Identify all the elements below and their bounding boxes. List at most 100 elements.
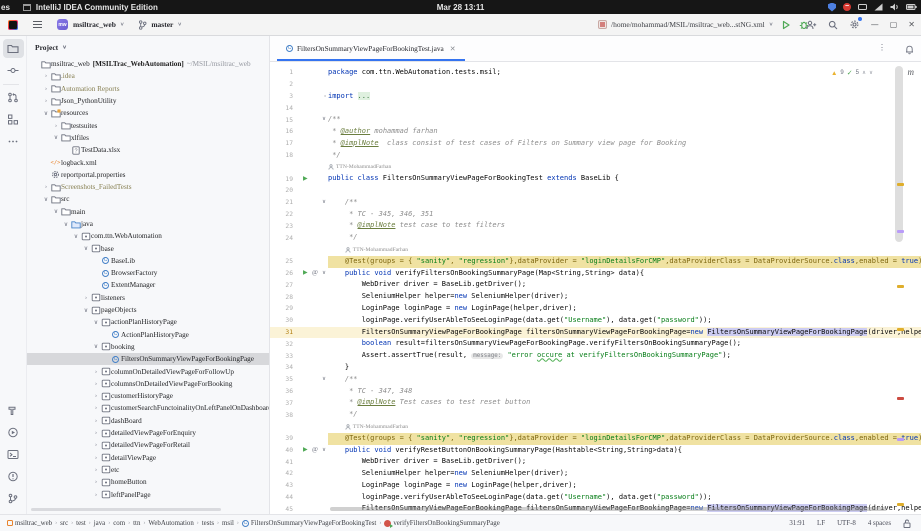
- code-line[interactable]: 20: [270, 185, 921, 197]
- chevron-collapsed-icon[interactable]: ›: [92, 442, 100, 448]
- code-line[interactable]: 21∨ /**: [270, 197, 921, 209]
- code-text[interactable]: Assert.assertTrue(result, message: "erro…: [328, 350, 921, 363]
- close-tab-icon[interactable]: ✕: [450, 45, 456, 53]
- code-line[interactable]: 44 loginPage.verifyUserAbleToSeeLoginPag…: [270, 492, 921, 504]
- code-text[interactable]: WebDriver driver = BaseLib.getDriver();: [328, 279, 921, 291]
- code-line[interactable]: 37 * @implNote Test cases to test reset …: [270, 397, 921, 409]
- breadcrumb-item[interactable]: java: [94, 520, 105, 527]
- tree-item[interactable]: ∨src: [27, 193, 269, 205]
- code-line[interactable]: 34 }: [270, 362, 921, 374]
- code-line[interactable]: 38 */: [270, 409, 921, 421]
- vertical-scrollbar[interactable]: [895, 66, 903, 242]
- code-text[interactable]: public class FiltersOnSummaryViewPageFor…: [328, 173, 921, 185]
- problems-icon[interactable]: [3, 467, 24, 486]
- test-annotation-gutter-icon[interactable]: @: [312, 446, 318, 453]
- inspections-widget[interactable]: ▲ 9 ✓ 5 ∧ ∨: [831, 69, 873, 77]
- tree-item[interactable]: ∨xlfiles: [27, 132, 269, 144]
- tree-item[interactable]: CExtentManager: [27, 279, 269, 291]
- tree-item[interactable]: ∨main: [27, 206, 269, 218]
- code-text[interactable]: */: [328, 409, 921, 421]
- system-tray[interactable]: −: [828, 0, 917, 14]
- tree-item[interactable]: reportportal.properties: [27, 169, 269, 181]
- line-separator[interactable]: LF: [817, 520, 825, 527]
- tree-item[interactable]: ∨java: [27, 218, 269, 230]
- code-line[interactable]: 31 FiltersOnSummaryViewPageForBookingPag…: [270, 327, 921, 339]
- build-icon[interactable]: [3, 401, 24, 420]
- notifications-bell-icon[interactable]: [904, 44, 915, 55]
- tree-item[interactable]: ∨resources: [27, 107, 269, 119]
- services-icon[interactable]: [3, 423, 24, 442]
- tree-item[interactable]: msiltrac_web[MSILTrac_WebAutomation]~/MS…: [27, 58, 269, 70]
- run-button[interactable]: [781, 20, 791, 30]
- code-text[interactable]: */: [328, 150, 921, 162]
- error-stripe-mark[interactable]: [897, 183, 904, 186]
- code-text[interactable]: /**: [328, 114, 921, 126]
- code-line[interactable]: 43 LoginPage loginPage = new LoginPage(h…: [270, 480, 921, 492]
- main-menu-button[interactable]: [30, 18, 45, 31]
- tab-options-icon[interactable]: ⋮: [878, 43, 887, 52]
- chevron-collapsed-icon[interactable]: ›: [82, 295, 90, 301]
- tree-item[interactable]: ›detailedViewPageForEnquiry: [27, 427, 269, 439]
- chevron-expanded-icon[interactable]: ∨: [82, 307, 90, 314]
- code-text[interactable]: @Test(groups = { "sanity", "regression"}…: [328, 256, 921, 268]
- code-editor[interactable]: 1package com.ttn.WebAutomation.tests.msi…: [270, 62, 921, 514]
- error-stripe-mark[interactable]: [897, 397, 904, 400]
- chevron-collapsed-icon[interactable]: ›: [92, 369, 100, 375]
- tree-item[interactable]: CBaseLib: [27, 255, 269, 267]
- author-code-vision-hint[interactable]: TTN-MohammadFarhan: [270, 161, 921, 173]
- chevron-collapsed-icon[interactable]: ›: [52, 123, 60, 129]
- code-line[interactable]: 30 loginPage.verifyUserAbleToSeeLoginPag…: [270, 315, 921, 327]
- code-text[interactable]: import ...: [328, 91, 921, 103]
- tree-item[interactable]: </>logback.xml: [27, 156, 269, 168]
- tree-item[interactable]: ›detailViewPage: [27, 452, 269, 464]
- error-stripe-mark[interactable]: [897, 328, 904, 331]
- tree-item[interactable]: ›homeButton: [27, 476, 269, 488]
- tree-item[interactable]: CBrowserFactory: [27, 267, 269, 279]
- code-text[interactable]: LoginPage loginPage = new LoginPage(help…: [328, 480, 921, 492]
- code-text[interactable]: WebDriver driver = BaseLib.getDriver();: [328, 456, 921, 468]
- fold-expanded-icon[interactable]: ∨: [322, 376, 326, 382]
- code-text[interactable]: loginPage.verifyUserAbleToSeeLoginPage(d…: [328, 315, 921, 327]
- code-line[interactable]: 27 WebDriver driver = BaseLib.getDriver(…: [270, 279, 921, 291]
- code-line[interactable]: 36 * TC - 347, 348: [270, 386, 921, 398]
- breadcrumb-item[interactable]: src: [60, 520, 68, 527]
- code-line[interactable]: 41 WebDriver driver = BaseLib.getDriver(…: [270, 456, 921, 468]
- chevron-collapsed-icon[interactable]: ›: [42, 73, 50, 79]
- code-text[interactable]: * @implNote Test cases to test reset but…: [328, 397, 921, 409]
- search-everywhere-button[interactable]: [828, 20, 838, 30]
- code-text[interactable]: SeleniumHelper helper=new SeleniumHelper…: [328, 291, 921, 303]
- chevron-collapsed-icon[interactable]: ›: [92, 393, 100, 399]
- tree-horizontal-scrollbar[interactable]: [31, 508, 221, 511]
- fold-expanded-icon[interactable]: ∨: [322, 270, 326, 276]
- tree-item[interactable]: ∨base: [27, 242, 269, 254]
- code-with-me-button[interactable]: [806, 20, 817, 30]
- chevron-expanded-icon[interactable]: ∨: [52, 134, 60, 141]
- chevron-collapsed-icon[interactable]: ›: [92, 479, 100, 485]
- caret-position[interactable]: 31:91: [789, 520, 805, 527]
- tree-item[interactable]: ›columnsOnDetailedViewPageForBooking: [27, 378, 269, 390]
- tree-item[interactable]: ›dashBoard: [27, 415, 269, 427]
- code-line[interactable]: 42 SeleniumHelper helper=new SeleniumHel…: [270, 468, 921, 480]
- code-text[interactable]: @Test(groups = { "sanity", "regression"}…: [328, 433, 921, 445]
- code-line[interactable]: 40▶@∨ public void verifyResetButtonOnBoo…: [270, 445, 921, 457]
- code-text[interactable]: public void verifyResetButtonOnBookingSu…: [328, 445, 921, 457]
- next-problem-icon[interactable]: ∨: [869, 70, 873, 76]
- chevron-collapsed-icon[interactable]: ›: [92, 405, 100, 411]
- minimize-button[interactable]: —: [871, 20, 879, 29]
- chevron-collapsed-icon[interactable]: ›: [92, 492, 100, 498]
- code-text[interactable]: LoginPage loginPage = new LoginPage(help…: [328, 303, 921, 315]
- commit-icon[interactable]: [3, 61, 24, 80]
- code-text[interactable]: FiltersOnSummaryViewPageForBookingPage f…: [328, 327, 921, 339]
- fold-expanded-icon[interactable]: ∨: [322, 447, 326, 453]
- code-text[interactable]: /**: [328, 374, 921, 386]
- project-widget[interactable]: msiltrac_web ∨: [73, 20, 124, 29]
- code-line[interactable]: 26▶@∨ public void verifyFiltersOnBooking…: [270, 268, 921, 280]
- author-code-vision-hint[interactable]: TTN-MohammadFarhan: [270, 244, 921, 256]
- code-line[interactable]: 39 @Test(groups = { "sanity", "regressio…: [270, 433, 921, 445]
- code-line[interactable]: 16 * @author mohammad farhan: [270, 126, 921, 138]
- code-text[interactable]: * @implNote class consist of test cases …: [328, 138, 921, 150]
- chevron-expanded-icon[interactable]: ∨: [42, 196, 50, 203]
- chevron-expanded-icon[interactable]: ∨: [72, 233, 80, 240]
- fold-collapsed-icon[interactable]: ›: [324, 93, 326, 99]
- chevron-expanded-icon[interactable]: ∨: [42, 110, 50, 117]
